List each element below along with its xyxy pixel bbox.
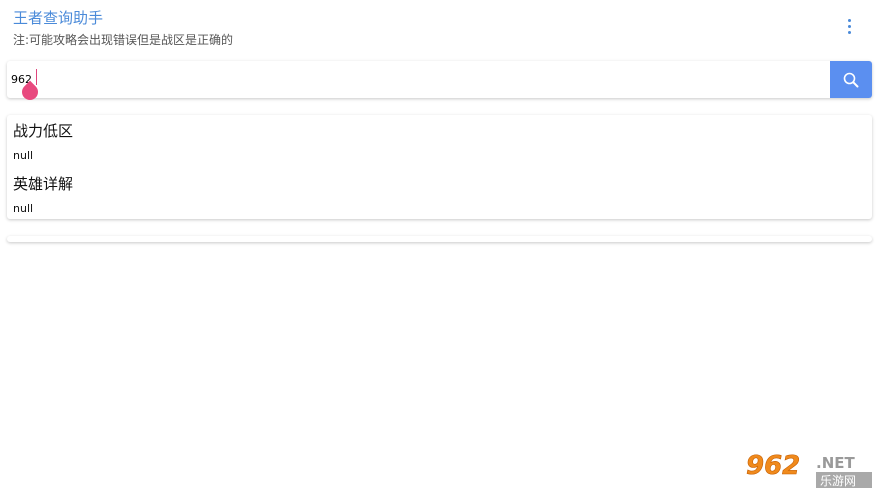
text-caret bbox=[36, 69, 37, 85]
site-watermark-logo: 962 .NET 乐游网 bbox=[740, 448, 874, 490]
empty-result-card bbox=[7, 236, 872, 242]
search-input[interactable] bbox=[7, 61, 829, 98]
more-options-button[interactable] bbox=[838, 14, 860, 38]
app-title: 王者查询助手 bbox=[13, 9, 104, 27]
result-card: 战力低区 null 英雄详解 null bbox=[7, 115, 872, 219]
watermark-number: 962 bbox=[746, 451, 800, 481]
search-icon bbox=[843, 72, 859, 87]
result-heading-power-zone: 战力低区 bbox=[13, 122, 74, 140]
search-button[interactable] bbox=[830, 61, 872, 98]
result-heading-hero-detail: 英雄详解 bbox=[13, 175, 74, 193]
search-bar bbox=[7, 61, 872, 98]
result-value-power-zone: null bbox=[13, 149, 34, 162]
more-vertical-icon bbox=[847, 18, 851, 22]
watermark-site: 乐游网 bbox=[820, 474, 856, 488]
watermark-suffix: .NET bbox=[816, 454, 855, 472]
result-value-hero-detail: null bbox=[13, 202, 34, 215]
app-subtitle: 注:可能攻略会出现错误但是战区是正确的 bbox=[13, 33, 234, 47]
